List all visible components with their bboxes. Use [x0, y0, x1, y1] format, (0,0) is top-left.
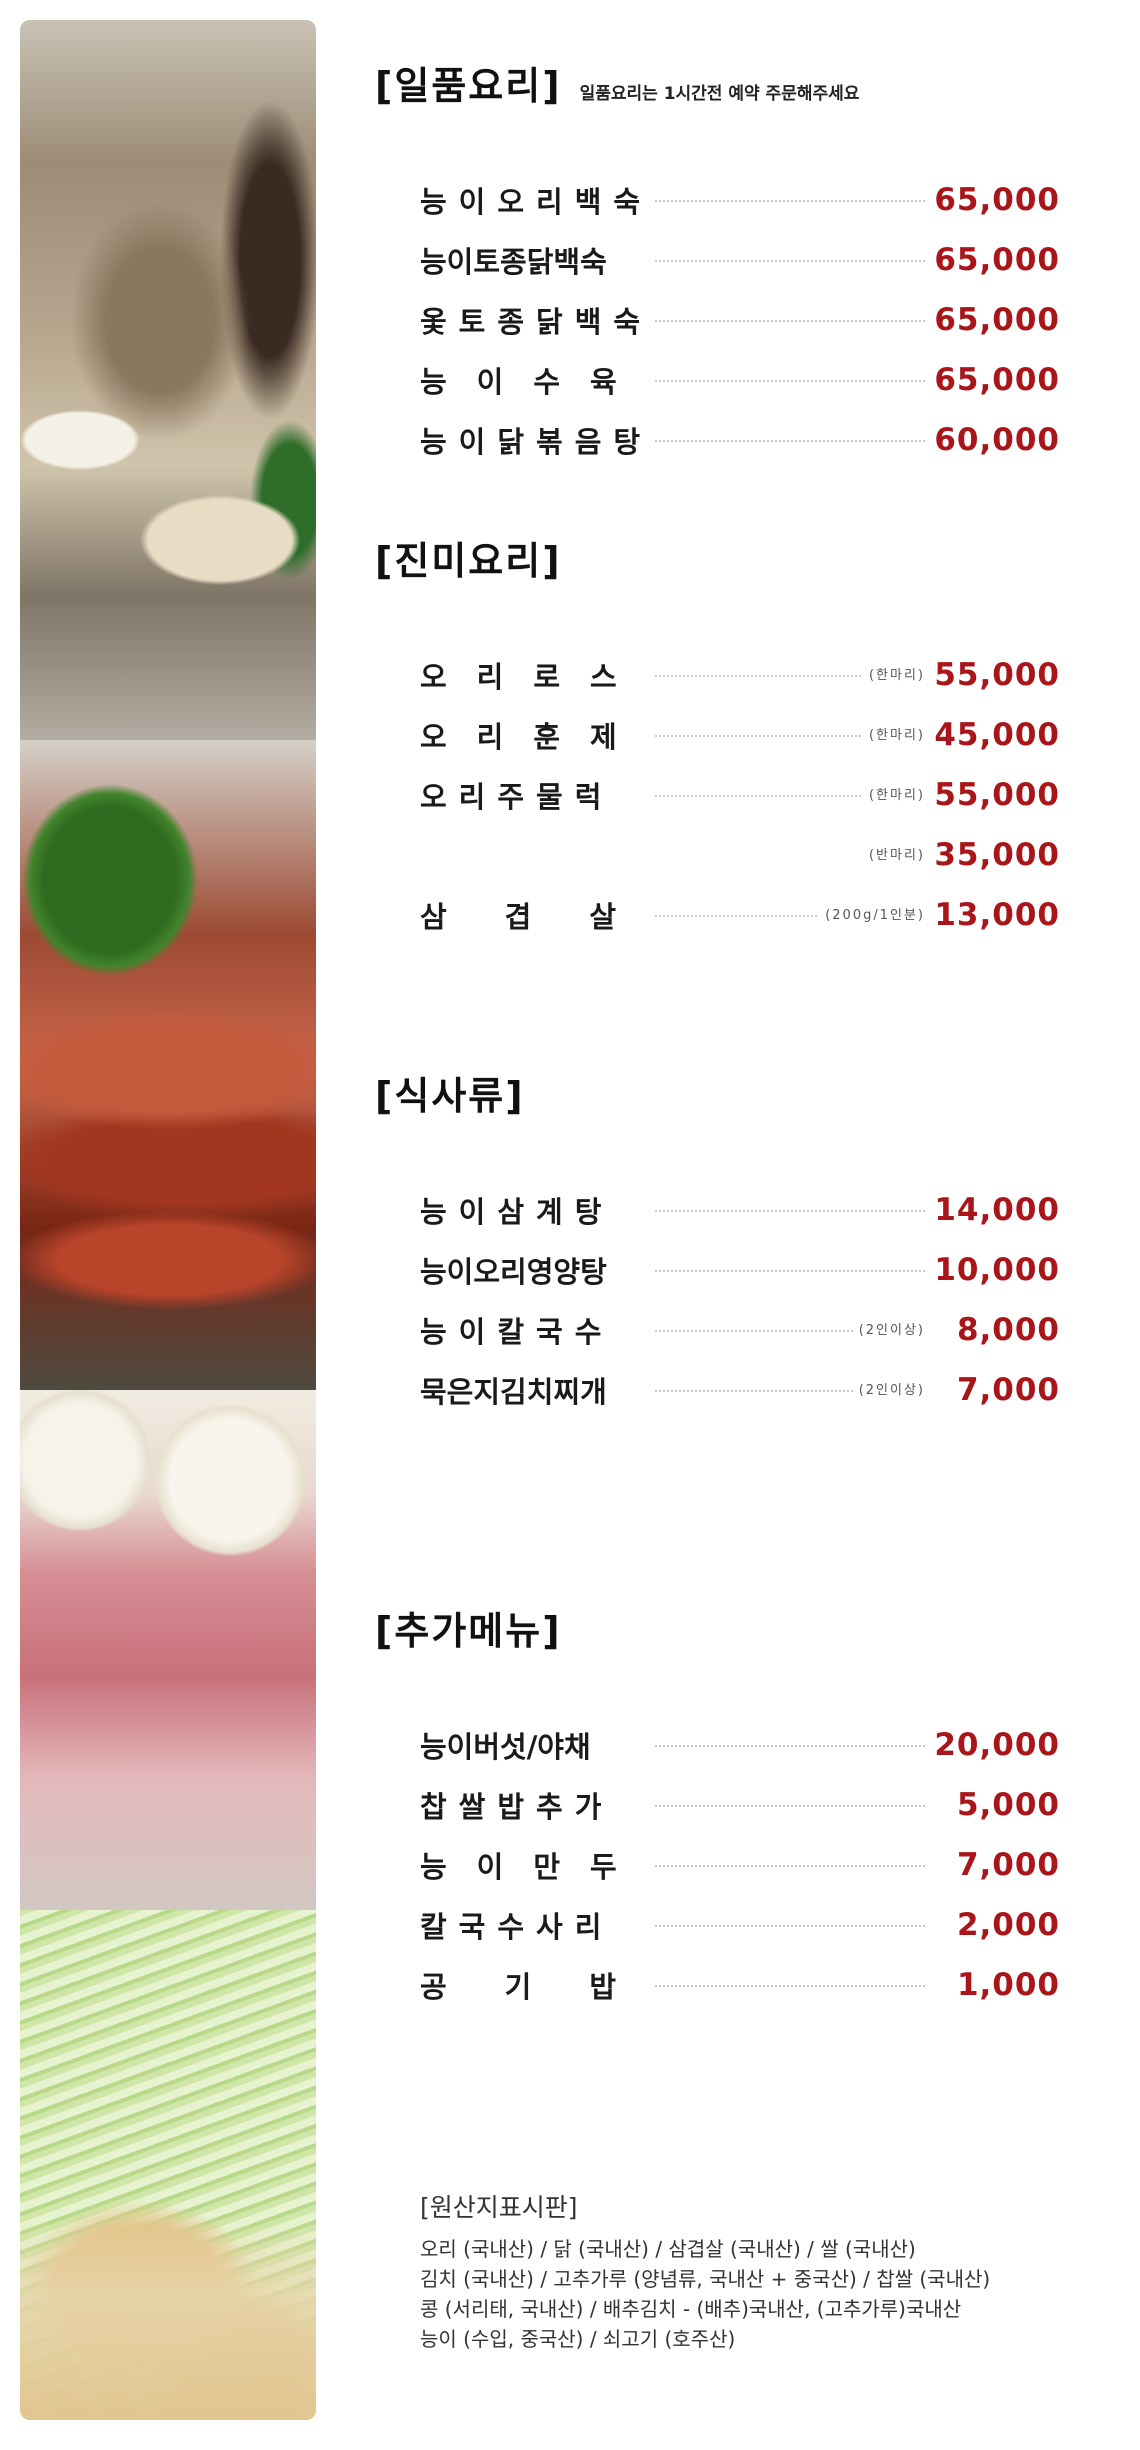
menu-item-note: (2인이상)	[852, 1319, 925, 1338]
boiled-duck-soup-photo	[20, 20, 316, 740]
menu-item-note: (2인이상)	[852, 1379, 925, 1398]
menu-item: 오리주물럭 (한마리) 55,000	[420, 775, 1060, 815]
menu-item-price: 60,000	[934, 422, 1060, 458]
origin-line: 능이 (수입, 중국산) / 쇠고기 (호주산)	[420, 2327, 736, 2351]
section-header: [일품요리] 일품요리는 1시간전 예약 주문해주세요	[375, 55, 1055, 110]
menu-item-name: 찹쌀밥추가	[420, 1790, 614, 1824]
menu-item-price: 55,000	[934, 657, 1060, 693]
menu-item: 능이오리영양탕 10,000	[420, 1250, 1060, 1290]
origin-info: [원산지표시판] 오리 (국내산) / 닭 (국내산) / 삼겹살 (국내산) …	[420, 2188, 1020, 2354]
menu-section-jinmi: [진미요리] 오리로스 (한마리) 55,000 오리훈제 (한마리) 45,0…	[375, 530, 1059, 934]
food-photo-strip	[20, 20, 316, 2420]
menu-item: 능이버섯/야채 20,000	[420, 1725, 1060, 1765]
menu-item-name: 오리훈제	[420, 720, 647, 754]
menu-item: 삼겹살 (200g/1인분) 13,000	[420, 895, 1060, 935]
section-header: [추가메뉴]	[375, 1600, 1055, 1655]
menu-item-name: 능이오리영양탕	[420, 1255, 607, 1289]
menu-item-price: 45,000	[934, 717, 1060, 753]
menu-item-name: 능이토종닭백숙	[420, 245, 607, 279]
menu-item-name: 능이삼계탕	[420, 1195, 614, 1229]
section-title: [식사류]	[375, 1074, 525, 1118]
menu-item: 능이삼계탕 14,000	[420, 1190, 1060, 1230]
origin-line: 콩 (서리태, 국내산) / 배추김치 - (배추)국내산, (고추가루)국내산	[420, 2297, 962, 2321]
dotted-leader	[655, 1865, 925, 1867]
menu-item-note: (반마리)	[862, 844, 925, 863]
menu-item-name: 능이닭볶음탕	[420, 425, 653, 459]
menu-item-price: 65,000	[934, 242, 1060, 278]
dotted-leader	[655, 260, 925, 262]
section-header: [식사류]	[375, 1065, 1055, 1120]
smoked-duck-photo	[20, 740, 316, 1390]
section-note: 일품요리는 1시간전 예약 주문해주세요	[579, 84, 860, 104]
menu-item-note: (한마리)	[862, 724, 925, 743]
dotted-leader	[655, 440, 925, 442]
section-title: [추가메뉴]	[375, 1609, 562, 1653]
menu-item-price: 1,000	[956, 1967, 1060, 2003]
menu-item-price: 35,000	[934, 837, 1060, 873]
dotted-leader	[655, 1210, 925, 1212]
menu-item-price: 65,000	[934, 182, 1060, 218]
menu-item-name: 오리로스	[420, 660, 647, 694]
menu-item: (반마리) 35,000	[420, 835, 1060, 875]
dotted-leader	[655, 380, 925, 382]
menu-item-name: 삼겹살	[420, 900, 675, 934]
dotted-leader	[655, 1805, 925, 1807]
dotted-leader	[655, 1745, 925, 1747]
menu-item-note: (한마리)	[862, 664, 925, 683]
section-title: [일품요리]	[375, 64, 562, 108]
menu-item-price: 7,000	[956, 1372, 1060, 1408]
menu-item-name: 옻토종닭백숙	[420, 305, 653, 339]
menu-item: 공기밥 1,000	[420, 1965, 1060, 2005]
menu-item: 능이수육 65,000	[420, 360, 1060, 400]
menu-section-meals: [식사류] 능이삼계탕 14,000 능이오리영양탕 10,000 능이칼국수 …	[375, 1065, 1059, 1409]
menu-item-price: 10,000	[934, 1252, 1060, 1288]
menu-item-price: 8,000	[956, 1312, 1060, 1348]
menu-section-ilpum: [일품요리] 일품요리는 1시간전 예약 주문해주세요 능이오리백숙 65,00…	[375, 55, 1059, 459]
section-title: [진미요리]	[375, 539, 562, 583]
menu-item-note: (200g/1인분)	[819, 904, 925, 923]
menu-item-name: 오리주물럭	[420, 780, 614, 814]
menu-item-name: 능이만두	[420, 1850, 647, 1884]
menu-item: 능이토종닭백숙 65,000	[420, 240, 1060, 280]
dotted-leader	[655, 1925, 925, 1927]
menu-item-name: 칼국수사리	[420, 1910, 614, 1944]
menu-item: 묵은지김치찌개 (2인이상) 7,000	[420, 1370, 1060, 1410]
menu-item-name: 공기밥	[420, 1970, 675, 2004]
origin-title: [원산지표시판]	[420, 2193, 578, 2222]
menu-item-price: 5,000	[956, 1787, 1060, 1823]
menu-item: 능이닭볶음탕 60,000	[420, 420, 1060, 460]
origin-line: 오리 (국내산) / 닭 (국내산) / 삼겹살 (국내산) / 쌀 (국내산)	[420, 2237, 916, 2261]
menu-item-price: 55,000	[934, 777, 1060, 813]
menu-item-name: 능이수육	[420, 365, 647, 399]
menu-item: 옻토종닭백숙 65,000	[420, 300, 1060, 340]
menu-section-extras: [추가메뉴] 능이버섯/야채 20,000 찹쌀밥추가 5,000 능이만두 7…	[375, 1600, 1059, 2004]
menu-item-note: (한마리)	[862, 784, 925, 803]
menu-item-price: 7,000	[956, 1847, 1060, 1883]
dotted-leader	[655, 320, 925, 322]
origin-line: 김치 (국내산) / 고추가루 (양념류, 국내산 + 중국산) / 찹쌀 (국…	[420, 2267, 991, 2291]
menu-item: 능이오리백숙 65,000	[420, 180, 1060, 220]
section-header: [진미요리]	[375, 530, 1055, 585]
menu-item-price: 13,000	[934, 897, 1060, 933]
menu-item: 찹쌀밥추가 5,000	[420, 1785, 1060, 1825]
dotted-leader	[655, 1270, 925, 1272]
menu-item-name: 묵은지김치찌개	[420, 1375, 607, 1409]
menu-item: 오리로스 (한마리) 55,000	[420, 655, 1060, 695]
menu-item: 능이칼국수 (2인이상) 8,000	[420, 1310, 1060, 1350]
menu-item-name: 능이오리백숙	[420, 185, 653, 219]
menu-item-price: 14,000	[934, 1192, 1060, 1228]
menu-item-price: 65,000	[934, 362, 1060, 398]
menu-item-name: 능이칼국수	[420, 1315, 614, 1349]
dotted-leader	[655, 1985, 925, 1987]
menu-item-price: 65,000	[934, 302, 1060, 338]
cucumber-noodle-photo	[20, 1910, 316, 2420]
menu-item-price: 2,000	[956, 1907, 1060, 1943]
menu-item-name: 능이버섯/야채	[420, 1730, 591, 1764]
raw-pork-onion-photo	[20, 1390, 316, 1910]
dotted-leader	[655, 200, 925, 202]
menu-item: 오리훈제 (한마리) 45,000	[420, 715, 1060, 755]
menu-item: 능이만두 7,000	[420, 1845, 1060, 1885]
menu-item-price: 20,000	[934, 1727, 1060, 1763]
menu-item: 칼국수사리 2,000	[420, 1905, 1060, 1945]
